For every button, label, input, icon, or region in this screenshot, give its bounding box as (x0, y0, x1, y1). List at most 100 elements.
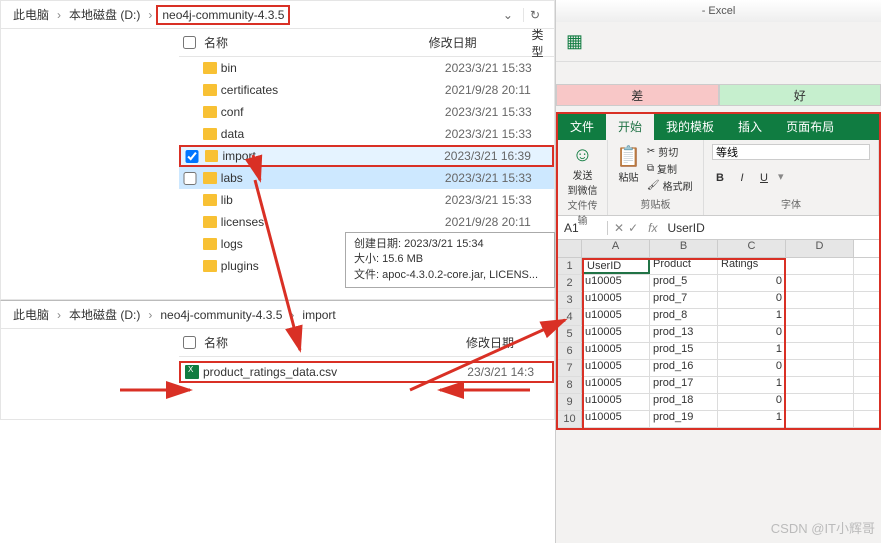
cell[interactable]: 0 (718, 326, 786, 342)
folder-row[interactable]: import2023/3/21 16:39 (179, 145, 554, 167)
bold-button[interactable]: B (712, 170, 728, 186)
underline-button[interactable]: U (756, 170, 772, 186)
chevron-down-icon[interactable]: ▾ (778, 170, 784, 186)
formula-bar[interactable]: UserID (661, 221, 879, 235)
row-header[interactable]: 2 (558, 275, 582, 291)
cell[interactable]: prod_19 (650, 411, 718, 427)
cell[interactable]: Product (650, 258, 718, 274)
folder-row[interactable]: data2023/3/21 15:33 (179, 123, 554, 145)
cell[interactable]: 0 (718, 394, 786, 410)
column-header[interactable]: D (786, 240, 854, 257)
folder-row[interactable]: labs2023/3/21 15:33 (179, 167, 554, 189)
cell[interactable]: 1 (718, 411, 786, 427)
sheet-row[interactable]: 8u10005prod_171 (558, 377, 879, 394)
sheet-row[interactable]: 3u10005prod_70 (558, 292, 879, 309)
cell[interactable] (786, 309, 854, 325)
row-header[interactable]: 9 (558, 394, 582, 410)
folder-row[interactable]: conf2023/3/21 15:33 (179, 101, 554, 123)
refresh-icon[interactable]: ↻ (523, 8, 546, 22)
breadcrumb-item[interactable]: neo4j-community-4.3.5 (156, 306, 286, 324)
cell[interactable]: 1 (718, 343, 786, 359)
cell[interactable]: 0 (718, 275, 786, 291)
folder-row[interactable]: bin2023/3/21 15:33 (179, 57, 554, 79)
cell[interactable]: prod_15 (650, 343, 718, 359)
column-header[interactable]: A (582, 240, 650, 257)
folder-row[interactable]: lib2023/3/21 15:33 (179, 189, 554, 211)
name-box[interactable]: A1 (558, 221, 608, 235)
breadcrumb-item[interactable]: 本地磁盘 (D:) (65, 304, 144, 325)
cell[interactable]: 0 (718, 292, 786, 308)
cell[interactable]: u10005 (582, 411, 650, 427)
cell[interactable]: prod_13 (650, 326, 718, 342)
row-header[interactable]: 8 (558, 377, 582, 393)
tag-bad[interactable]: 差 (556, 84, 719, 106)
fx-icon[interactable]: fx (644, 221, 661, 235)
sheet-row[interactable]: 10u10005prod_191 (558, 411, 879, 428)
cell[interactable]: UserID (582, 258, 650, 274)
ribbon-tab[interactable]: 文件 (558, 114, 606, 140)
breadcrumb-item[interactable]: 本地磁盘 (D:) (65, 4, 144, 25)
cell[interactable]: Ratings (718, 258, 786, 274)
select-all-checkbox[interactable] (183, 36, 196, 49)
cell[interactable] (786, 394, 854, 410)
cell[interactable]: u10005 (582, 292, 650, 308)
cell[interactable]: 0 (718, 360, 786, 376)
paste-icon[interactable]: 📋 (616, 144, 641, 169)
column-header[interactable]: C (718, 240, 786, 257)
breadcrumb-item-current[interactable]: neo4j-community-4.3.5 (156, 5, 290, 25)
column-header[interactable]: B (650, 240, 718, 257)
cut-button[interactable]: ✂剪切 (647, 144, 693, 159)
folder-row[interactable]: licenses2021/9/28 20:11 (179, 211, 554, 233)
row-header[interactable]: 3 (558, 292, 582, 308)
sheet-row[interactable]: 2u10005prod_50 (558, 275, 879, 292)
column-type-header[interactable]: 类型 (532, 26, 554, 60)
csv-file-row[interactable]: product_ratings_data.csv 23/3/21 14:3 (179, 361, 554, 383)
sheet-row[interactable]: 7u10005prod_160 (558, 360, 879, 377)
cell[interactable]: 1 (718, 309, 786, 325)
cell[interactable] (786, 326, 854, 342)
ribbon-tab[interactable]: 开始 (606, 114, 654, 140)
row-header[interactable]: 6 (558, 343, 582, 359)
cell[interactable]: u10005 (582, 343, 650, 359)
breadcrumb-top[interactable]: 此电脑 › 本地磁盘 (D:) › neo4j-community-4.3.5 … (1, 1, 554, 29)
column-name-header[interactable]: 名称 (204, 34, 429, 51)
row-header[interactable]: 1 (558, 258, 582, 274)
cell[interactable]: u10005 (582, 360, 650, 376)
cell[interactable]: u10005 (582, 326, 650, 342)
ribbon-tab[interactable]: 插入 (726, 114, 774, 140)
row-header[interactable]: 10 (558, 411, 582, 427)
cell[interactable] (786, 292, 854, 308)
font-name-input[interactable] (712, 144, 870, 160)
cell[interactable]: prod_17 (650, 377, 718, 393)
cell[interactable]: prod_5 (650, 275, 718, 291)
sheet-row[interactable]: 9u10005prod_180 (558, 394, 879, 411)
italic-button[interactable]: I (734, 170, 750, 186)
ribbon-tab[interactable]: 我的模板 (654, 114, 726, 140)
cell[interactable] (786, 343, 854, 359)
cell[interactable]: prod_16 (650, 360, 718, 376)
cell[interactable]: u10005 (582, 377, 650, 393)
cell[interactable] (786, 377, 854, 393)
copy-button[interactable]: ⧉复制 (647, 161, 693, 176)
column-date-header[interactable]: 修改日期 (466, 334, 514, 351)
select-all-corner[interactable] (558, 240, 582, 257)
column-name-header[interactable]: 名称 (204, 334, 444, 351)
breadcrumb-item[interactable]: 此电脑 (9, 4, 53, 25)
cell[interactable] (786, 258, 854, 274)
cancel-icon[interactable]: ✕ (614, 221, 624, 235)
cell[interactable]: u10005 (582, 275, 650, 291)
row-checkbox[interactable] (183, 172, 197, 185)
cell[interactable]: u10005 (582, 394, 650, 410)
cell[interactable]: prod_8 (650, 309, 718, 325)
cell[interactable]: u10005 (582, 309, 650, 325)
cell[interactable]: 1 (718, 377, 786, 393)
sheet-row[interactable]: 4u10005prod_81 (558, 309, 879, 326)
spreadsheet[interactable]: ABCD 1UserIDProductRatings2u10005prod_50… (558, 240, 879, 428)
sheet-row[interactable]: 1UserIDProductRatings (558, 258, 879, 275)
row-header[interactable]: 7 (558, 360, 582, 376)
breadcrumb-item[interactable]: import (298, 306, 339, 324)
breadcrumb-bottom[interactable]: 此电脑 › 本地磁盘 (D:) › neo4j-community-4.3.5 … (1, 301, 554, 329)
sheet-row[interactable]: 5u10005prod_130 (558, 326, 879, 343)
select-all-checkbox[interactable] (183, 336, 196, 349)
row-header[interactable]: 5 (558, 326, 582, 342)
